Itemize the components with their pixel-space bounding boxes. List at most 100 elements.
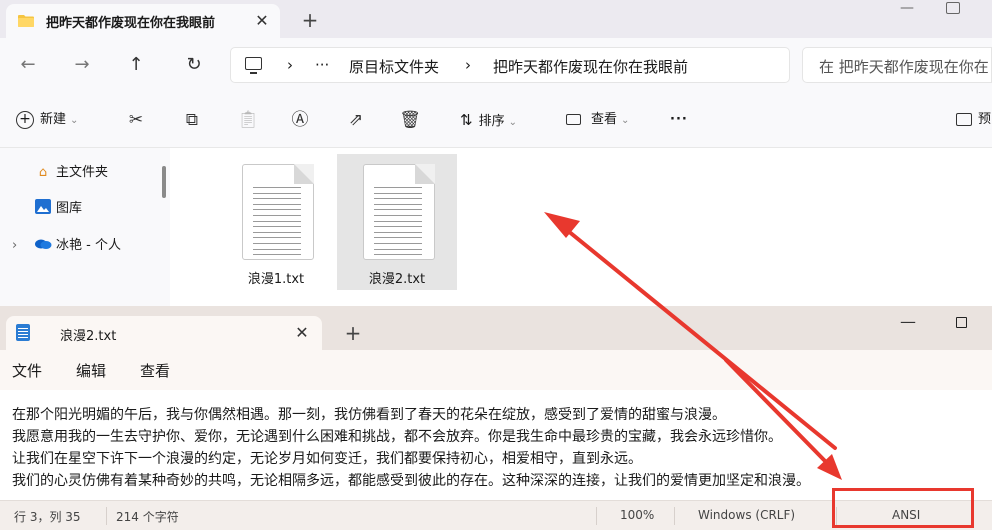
document-line — [253, 237, 301, 239]
nav-item-label: 主文件夹 — [56, 165, 109, 180]
document-line — [374, 237, 422, 239]
more-options-button[interactable]: ··· — [670, 108, 688, 132]
document-line — [253, 198, 301, 200]
new-button[interactable]: + 新建 ⌄ — [16, 108, 78, 132]
document-line — [253, 187, 301, 188]
nav-scrollbar[interactable] — [162, 166, 166, 198]
explorer-tab[interactable]: 把昨天都作废现在你在我眼前 ✕ — [6, 4, 280, 38]
document-line — [253, 248, 301, 250]
menu-view[interactable]: 查看 — [140, 360, 170, 381]
zoom-level[interactable]: 100% — [620, 508, 654, 522]
document-line — [374, 243, 422, 244]
document-line — [253, 209, 301, 211]
forward-arrow-icon[interactable]: → — [66, 50, 98, 80]
folder-icon — [18, 14, 34, 27]
plus-circle-icon: + — [16, 110, 34, 129]
new-tab-button[interactable]: + — [340, 320, 366, 346]
explorer-tab-bar: 把昨天都作废现在你在我眼前 ✕ + — — [0, 0, 992, 38]
nav-item-gallery[interactable]: 图库 — [34, 198, 82, 220]
expand-chevron-icon[interactable]: › — [12, 235, 17, 257]
new-button-label: 新建 — [40, 112, 67, 127]
menu-bar: 文件 编辑 查看 — [0, 350, 992, 390]
text-file-icon — [242, 164, 314, 260]
breadcrumb-item[interactable]: 把昨天都作废现在你在我眼前 — [493, 56, 688, 77]
document-line — [253, 231, 301, 233]
status-divider — [674, 507, 675, 525]
document-line — [253, 192, 301, 194]
new-tab-button[interactable]: + — [296, 6, 324, 34]
maximize-icon[interactable] — [946, 2, 960, 14]
text-line: 我愿意用我的一生去守护你、爱你，无论遇到什么困难和挑战，都不会放弃。你是我生命中… — [12, 429, 782, 445]
view-button-label: 查看 — [591, 112, 618, 127]
document-line — [374, 254, 422, 256]
breadcrumb-item[interactable]: 原目标文件夹 — [349, 56, 439, 77]
document-line — [374, 209, 422, 211]
nav-item-home[interactable]: ⌂ 主文件夹 — [34, 162, 108, 184]
document-line — [374, 192, 422, 194]
chevron-down-icon: ⌄ — [70, 115, 79, 126]
file-list: 浪漫1.txt 浪漫2.txt — [176, 148, 992, 310]
cut-icon[interactable]: ✂ — [124, 108, 148, 132]
menu-edit[interactable]: 编辑 — [76, 360, 106, 381]
notepad-tab-bar: 浪漫2.txt ✕ + — — [0, 306, 992, 350]
address-bar[interactable]: › ··· 原目标文件夹 › 把昨天都作废现在你在我眼前 — [230, 47, 790, 83]
onedrive-icon — [34, 235, 52, 257]
document-line — [374, 203, 422, 205]
document-line — [374, 231, 422, 233]
navigation-pane: ⌂ 主文件夹 图库 › 冰艳 - 个人 — [0, 148, 170, 310]
refresh-icon[interactable]: ↻ — [178, 50, 210, 80]
text-line: 我们的心灵仿佛有着某种奇妙的共鸣，无论相隔多远，都能感受到彼此的存在。这种深深的… — [12, 473, 810, 489]
breadcrumb-chevron-icon[interactable]: › — [287, 56, 293, 74]
document-line — [253, 220, 301, 222]
text-editor[interactable]: 在那个阳光明媚的午后，我与你偶然相遇。那一刻，我仿佛看到了春天的花朵在绽放，感受… — [0, 390, 992, 500]
details-pane-icon — [956, 113, 972, 126]
breadcrumb-chevron-icon[interactable]: › — [465, 56, 471, 74]
file-name: 浪漫2.txt — [368, 272, 426, 287]
character-count: 214 个字符 — [116, 510, 179, 524]
address-toolbar: ← → ↑ ↻ › ··· 原目标文件夹 › 把昨天都作废现在你在我眼前 在 把… — [0, 38, 992, 92]
notepad-tab[interactable]: 浪漫2.txt ✕ — [6, 316, 322, 350]
explorer-tab-title: 把昨天都作废现在你在我眼前 — [46, 16, 216, 31]
nav-item-onedrive[interactable]: 冰艳 - 个人 — [34, 235, 121, 257]
view-icon — [566, 114, 581, 125]
text-line: 让我们在星空下许下一个浪漫的约定，无论岁月如何变迁，我们都要保持初心，相爱相守，… — [12, 451, 642, 467]
chevron-down-icon: ⌄ — [621, 115, 630, 126]
search-input[interactable]: 在 把昨天都作废现在你在 — [802, 47, 992, 83]
text-line: 在那个阳光明媚的午后，我与你偶然相遇。那一刻，我仿佛看到了春天的花朵在绽放，感受… — [12, 407, 726, 423]
minimize-icon[interactable]: — — [892, 0, 922, 20]
document-line — [253, 243, 301, 244]
breadcrumb-overflow-icon[interactable]: ··· — [315, 56, 329, 74]
document-line — [253, 254, 301, 256]
highlight-box-encoding — [832, 488, 974, 528]
sort-icon: ⇅ — [460, 111, 473, 129]
document-line — [253, 215, 301, 216]
preview-pane-button[interactable]: 预 — [956, 108, 991, 132]
back-arrow-icon[interactable]: ← — [12, 50, 44, 80]
document-line — [374, 248, 422, 250]
notepad-tab-title: 浪漫2.txt — [60, 329, 117, 344]
file-item-selected[interactable]: 浪漫2.txt — [337, 154, 457, 290]
status-divider — [106, 507, 107, 525]
minimize-icon[interactable]: — — [896, 312, 920, 332]
delete-icon[interactable]: 🗑︎ — [398, 108, 422, 132]
close-tab-icon[interactable]: ✕ — [290, 321, 314, 345]
preview-pane-label: 预 — [978, 112, 992, 127]
file-item[interactable]: 浪漫1.txt — [216, 154, 336, 290]
close-tab-icon[interactable]: ✕ — [250, 9, 274, 33]
menu-file[interactable]: 文件 — [12, 360, 42, 381]
home-icon: ⌂ — [38, 165, 48, 180]
document-line — [374, 187, 422, 188]
search-placeholder: 在 把昨天都作废现在你在 — [819, 58, 989, 76]
copy-icon[interactable]: ⧉ — [180, 108, 204, 132]
rename-icon[interactable]: Ⓐ — [288, 108, 312, 132]
sort-button-label: 排序 — [478, 114, 505, 129]
file-name: 浪漫1.txt — [247, 272, 305, 287]
command-bar: + 新建 ⌄ ✂ ⧉ 📋︎ Ⓐ ⇗ 🗑︎ ⇅ 排序 ⌄ 查看 ⌄ ··· 预 — [0, 92, 992, 148]
sort-button[interactable]: ⇅ 排序 ⌄ — [460, 108, 517, 132]
share-icon[interactable]: ⇗ — [344, 108, 368, 132]
notepad-icon — [16, 324, 30, 341]
up-arrow-icon[interactable]: ↑ — [120, 50, 152, 80]
view-button[interactable]: 查看 ⌄ — [566, 108, 629, 132]
paste-icon[interactable]: 📋︎ — [236, 108, 260, 132]
maximize-icon[interactable] — [956, 317, 967, 328]
